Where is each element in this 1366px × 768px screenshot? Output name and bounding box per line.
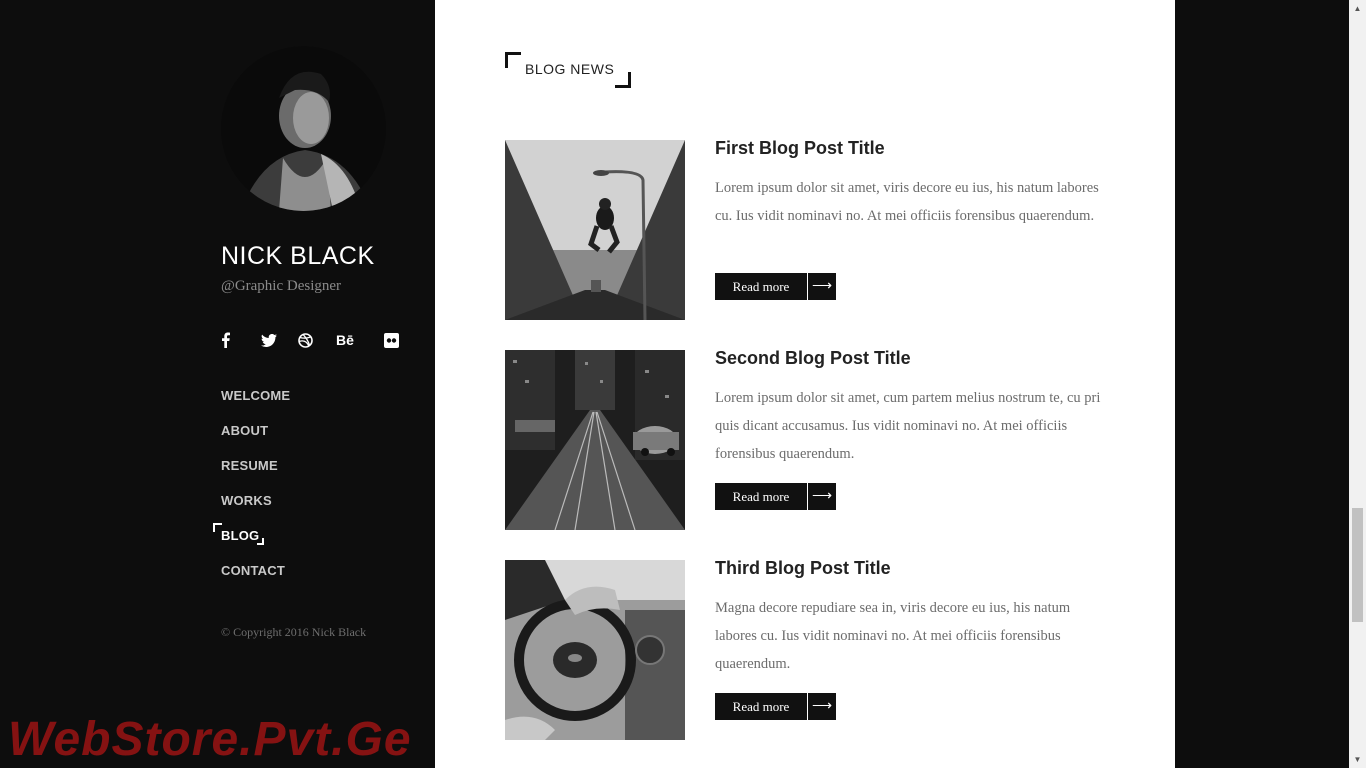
profile-role: @Graphic Designer: [221, 278, 342, 294]
nav-item-resume[interactable]: RESUME: [221, 458, 290, 493]
read-more-button[interactable]: Read more ⟶: [715, 483, 836, 510]
section-title-text: BLOG NEWS: [525, 61, 615, 77]
nav-item-about[interactable]: ABOUT: [221, 423, 290, 458]
post-title[interactable]: First Blog Post Title: [715, 138, 885, 159]
arrow-right-icon: ⟶: [808, 483, 836, 510]
post-thumbnail[interactable]: [505, 140, 685, 320]
nav-item-welcome[interactable]: WELCOME: [221, 388, 290, 423]
bracket-top-left-icon: [505, 52, 521, 68]
scroll-down-icon[interactable]: ▼: [1349, 751, 1366, 768]
blog-content: BLOG NEWS First Blog Post Title Lorem ip…: [435, 0, 1175, 768]
copyright-text: © Copyright 2016 Nick Black: [221, 625, 367, 639]
post-excerpt: Lorem ipsum dolor sit amet, viris decore…: [715, 180, 1099, 224]
blog-post: Second Blog Post Title Lorem ipsum dolor…: [505, 348, 1105, 530]
post-thumbnail[interactable]: [505, 350, 685, 530]
facebook-icon[interactable]: [221, 331, 231, 349]
nav-item-contact[interactable]: CONTACT: [221, 563, 290, 598]
read-more-label: Read more: [715, 273, 807, 300]
post-title[interactable]: Third Blog Post Title: [715, 558, 891, 579]
flickr-icon[interactable]: [384, 331, 399, 349]
post-title[interactable]: Second Blog Post Title: [715, 348, 911, 369]
behance-glyph: Bē: [336, 332, 354, 348]
post-thumbnail[interactable]: [505, 560, 685, 740]
profile-name: NICK BLACK: [221, 242, 375, 270]
profile-avatar: [221, 46, 386, 211]
active-bracket-icon: [257, 538, 264, 545]
bracket-bottom-right-icon: [615, 72, 631, 88]
scrollbar-thumb[interactable]: [1352, 508, 1363, 622]
post-excerpt: Magna decore repudiare sea in, viris dec…: [715, 600, 1071, 672]
nav-item-blog-label: BLOG: [221, 528, 260, 543]
behance-icon[interactable]: Bē: [335, 331, 355, 349]
social-links: Bē: [221, 331, 399, 349]
watermark: WebStore.Pvt.Ge: [8, 713, 412, 766]
twitter-icon[interactable]: [261, 331, 277, 349]
nav-item-blog[interactable]: BLOG: [212, 523, 290, 563]
sidebar: NICK BLACK @Graphic Designer Bē WELCOME …: [0, 0, 435, 768]
read-more-label: Read more: [715, 483, 807, 510]
read-more-label: Read more: [715, 693, 807, 720]
blog-post: Third Blog Post Title Magna decore repud…: [505, 558, 1105, 740]
right-background-band: [1175, 0, 1349, 768]
section-title: BLOG NEWS: [505, 52, 631, 88]
read-more-button[interactable]: Read more ⟶: [715, 693, 836, 720]
post-excerpt: Lorem ipsum dolor sit amet, cum partem m…: [715, 390, 1101, 462]
arrow-right-icon: ⟶: [808, 693, 836, 720]
arrow-right-icon: ⟶: [808, 273, 836, 300]
blog-post: First Blog Post Title Lorem ipsum dolor …: [505, 138, 1105, 320]
main-navigation: WELCOME ABOUT RESUME WORKS BLOG CONTACT: [212, 388, 290, 598]
dribbble-icon[interactable]: [298, 331, 313, 349]
nav-item-works[interactable]: WORKS: [221, 493, 290, 528]
read-more-button[interactable]: Read more ⟶: [715, 273, 836, 300]
vertical-scrollbar[interactable]: ▲ ▼: [1349, 0, 1366, 768]
scroll-up-icon[interactable]: ▲: [1349, 0, 1366, 17]
